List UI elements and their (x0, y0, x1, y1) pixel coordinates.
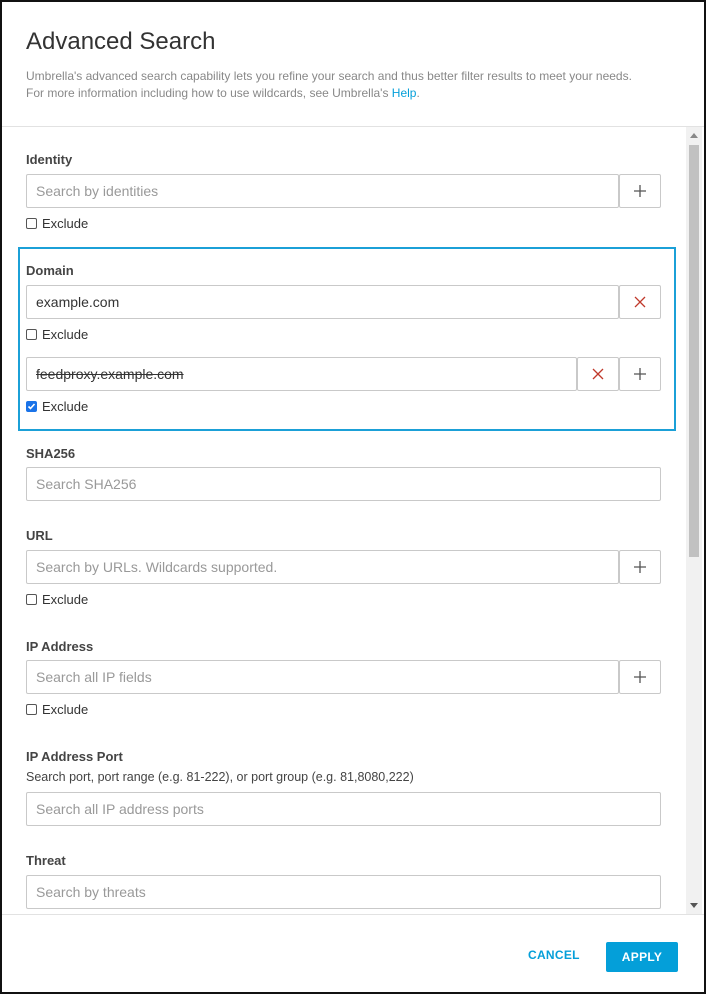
url-add-button[interactable] (619, 550, 661, 584)
apply-button[interactable]: APPLY (606, 942, 678, 972)
domain-highlight-box (18, 247, 676, 431)
ip-address-add-button[interactable] (619, 660, 661, 694)
description-line-1: Umbrella's advanced search capability le… (26, 69, 632, 83)
sha256-label: SHA256 (26, 446, 76, 461)
url-label: URL (26, 528, 53, 543)
ip-port-search-input[interactable]: Search all IP address ports (26, 792, 661, 826)
dialog-title: Advanced Search (26, 28, 216, 55)
url-search-input[interactable]: Search by URLs. Wildcards supported. (26, 550, 619, 584)
threat-label: Threat (26, 853, 66, 868)
threat-search-input[interactable]: Search by threats (26, 875, 661, 909)
advanced-search-dialog: Advanced Search Umbrella's advanced sear… (0, 0, 706, 994)
identity-add-button[interactable] (619, 174, 661, 208)
dialog-description: Umbrella's advanced search capability le… (26, 68, 676, 102)
scrollbar[interactable] (686, 127, 702, 914)
dialog-header: Advanced Search Umbrella's advanced sear… (2, 2, 704, 127)
search-form: Identity Search by identities Exclude Do… (2, 127, 704, 914)
description-line-2: For more information including how to us… (26, 85, 676, 102)
ip-address-exclude-checkbox[interactable]: Exclude (26, 702, 88, 717)
sha256-search-input[interactable]: Search SHA256 (26, 467, 661, 501)
checkbox-box (26, 704, 37, 715)
scroll-up-arrow-icon[interactable] (690, 133, 698, 138)
ip-address-label: IP Address (26, 639, 94, 654)
cancel-button[interactable]: CANCEL (528, 948, 580, 962)
plus-icon (634, 185, 646, 197)
dialog-footer: CANCEL APPLY (2, 914, 704, 992)
plus-icon (634, 561, 646, 573)
url-exclude-checkbox[interactable]: Exclude (26, 592, 88, 607)
identity-exclude-checkbox[interactable]: Exclude (26, 216, 88, 231)
description-line-2-suffix: . (416, 86, 420, 100)
checkbox-box (26, 218, 37, 229)
ip-port-hint: Search port, port range (e.g. 81-222), o… (26, 770, 414, 784)
checkbox-box (26, 594, 37, 605)
scroll-down-arrow-icon[interactable] (690, 903, 698, 908)
identity-search-input[interactable]: Search by identities (26, 174, 619, 208)
identity-label: Identity (26, 152, 73, 167)
plus-icon (634, 671, 646, 683)
scrollbar-thumb[interactable] (689, 145, 699, 557)
exclude-label: Exclude (42, 216, 89, 231)
exclude-label: Exclude (42, 592, 89, 607)
exclude-label: Exclude (42, 702, 89, 717)
ip-address-search-input[interactable]: Search all IP fields (26, 660, 619, 694)
description-line-2-prefix: For more information including how to us… (26, 86, 389, 100)
help-link[interactable]: Help (392, 86, 417, 100)
ip-port-label: IP Address Port (26, 749, 123, 764)
